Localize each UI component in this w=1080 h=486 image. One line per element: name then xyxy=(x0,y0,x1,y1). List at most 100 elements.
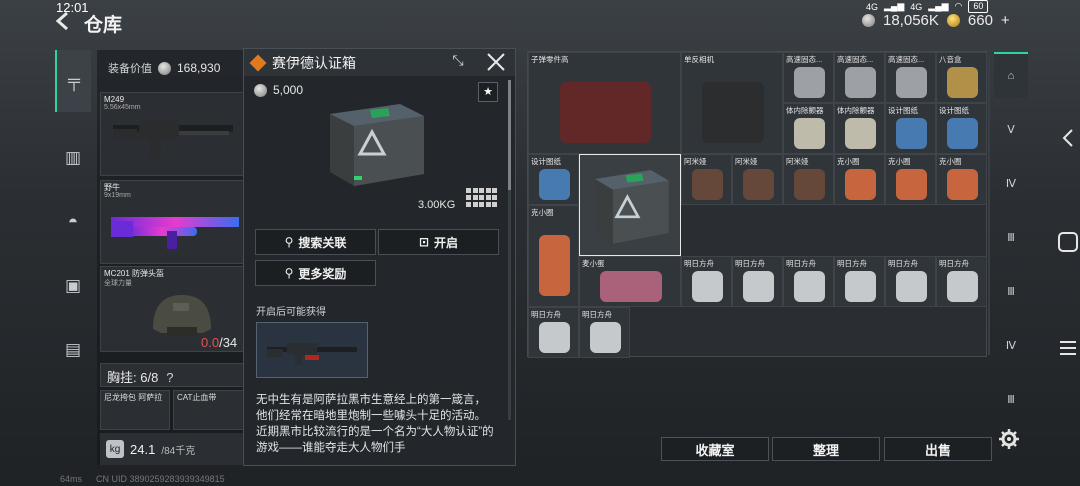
warehouse-item[interactable]: 高速固态... xyxy=(783,52,834,103)
warehouse-item[interactable]: 麦小蛋 xyxy=(579,256,681,307)
warehouse-item-label: 明日方舟 xyxy=(684,259,714,268)
warehouse-item[interactable]: 明日方舟 xyxy=(936,256,987,307)
collapse-icon[interactable]: ⤡ xyxy=(448,52,468,72)
warehouse-item-label: 明日方舟 xyxy=(735,259,765,268)
warehouse-item-label: 单反相机 xyxy=(684,55,714,64)
warehouse-item[interactable]: 克小圈 xyxy=(885,154,936,205)
warehouse-item[interactable]: 明日方舟 xyxy=(885,256,936,307)
tab-storage-4b[interactable]: Ⅳ xyxy=(994,322,1028,368)
warehouse-item-label: 高速固态... xyxy=(837,55,874,64)
helmet-slot[interactable]: MC201 防弹头盔 全球力量 0.0/34 xyxy=(100,266,247,352)
warehouse-item[interactable]: 明日方舟 xyxy=(783,256,834,307)
warehouse-item[interactable]: 阿米娅 xyxy=(783,154,834,205)
warehouse-item[interactable]: 高速固态... xyxy=(834,52,885,103)
warehouse-item[interactable]: 明日方舟 xyxy=(732,256,783,307)
warehouse-item[interactable]: 明日方舟 xyxy=(579,307,630,358)
warehouse-item[interactable]: 子弹零件高 xyxy=(528,52,681,154)
warehouse-item[interactable]: 设计图纸 xyxy=(936,103,987,154)
weight-icon: kg xyxy=(106,440,124,458)
search-related-button[interactable]: ⚲ 搜索关联 xyxy=(255,229,376,255)
back-arrow-icon[interactable] xyxy=(52,10,74,32)
warehouse-item-image xyxy=(743,271,774,302)
tab-storage-3b[interactable]: Ⅲ xyxy=(994,268,1028,314)
warehouse-item[interactable]: 明日方舟 xyxy=(834,256,885,307)
warehouse-item-image xyxy=(896,169,927,200)
weapon-name: M249 xyxy=(104,95,125,104)
warehouse-item-image xyxy=(845,271,876,302)
warehouse-item-label: 八音盒 xyxy=(939,55,962,64)
warehouse-item[interactable]: 设计图纸 xyxy=(885,103,936,154)
nav-case[interactable]: ▤ xyxy=(55,332,91,368)
more-rewards-button[interactable]: ⚲ 更多奖励 xyxy=(255,260,376,286)
warehouse-item-image xyxy=(702,81,764,143)
warehouse-item-label: 阿米娅 xyxy=(786,157,809,166)
warehouse-item[interactable]: 体内除颤器 xyxy=(783,103,834,154)
nav-helmet[interactable]: ◓ xyxy=(55,204,91,240)
warehouse-item-label: 明日方舟 xyxy=(582,310,612,319)
system-home-icon[interactable] xyxy=(1058,232,1078,252)
rifle-reward-image xyxy=(267,343,357,365)
system-back-icon[interactable] xyxy=(1060,128,1076,148)
tab-storage-5[interactable]: Ⅴ xyxy=(994,106,1028,152)
chest-slot[interactable]: 尼龙挎包 阿萨拉 xyxy=(100,390,170,430)
tab-storage-3[interactable]: Ⅲ xyxy=(994,214,1028,260)
system-menu-icon[interactable] xyxy=(1059,340,1077,356)
warehouse-item[interactable]: 阿米娅 xyxy=(732,154,783,205)
warehouse-item-label: 明日方舟 xyxy=(837,259,867,268)
item-size-grid-icon xyxy=(466,188,498,208)
backpack-icon: ▣ xyxy=(64,276,82,295)
warehouse-item[interactable]: 八音盒 xyxy=(936,52,987,103)
weapon-slot-secondary[interactable]: 野牛 9x19mm xyxy=(100,180,247,264)
warehouse-item[interactable]: 高速固态... xyxy=(885,52,936,103)
reward-item-thumb[interactable] xyxy=(256,322,368,378)
warehouse-item[interactable]: 克小圈 xyxy=(936,154,987,205)
warehouse-item-label: 体内除颤器 xyxy=(837,106,875,115)
warehouse-item-image xyxy=(600,271,662,302)
warehouse-item[interactable]: 体内除颤器 xyxy=(834,103,885,154)
tab-storage-4[interactable]: Ⅳ xyxy=(994,160,1028,206)
nav-backpack[interactable]: ▣ xyxy=(55,268,91,304)
warehouse-item[interactable]: 明日方舟 xyxy=(681,256,732,307)
wifi-icon: ◠ xyxy=(954,1,963,11)
nav-armor[interactable]: ▥ xyxy=(55,140,91,176)
sort-button[interactable]: 整理 xyxy=(772,437,880,461)
warehouse-item[interactable]: 单反相机 xyxy=(681,52,783,154)
silver-coin-icon xyxy=(254,83,267,97)
search-icon: ⚲ xyxy=(284,266,294,280)
right-tabs: ⌂ Ⅴ Ⅳ Ⅲ Ⅲ Ⅳ Ⅲ xyxy=(994,52,1028,422)
helmet-sub: 全球力量 xyxy=(104,280,132,287)
tab-storage-3c[interactable]: Ⅲ xyxy=(994,376,1028,422)
chest-rig-bar[interactable]: 胸挂: 6/8? xyxy=(100,363,247,387)
open-crate-button[interactable]: ⊡ 开启 xyxy=(378,229,499,255)
warehouse-item[interactable]: 明日方舟 xyxy=(528,307,579,358)
close-icon[interactable] xyxy=(485,51,507,73)
warehouse-item[interactable]: 设计图纸 xyxy=(528,154,579,205)
warehouse-item-label: 设计图纸 xyxy=(888,106,918,115)
rarity-badge-icon xyxy=(249,54,267,71)
footer-status: 64ms CN UID 3890259283939349815 xyxy=(60,474,225,484)
warehouse-item[interactable]: 克小圈 xyxy=(834,154,885,205)
gear-icon[interactable] xyxy=(998,428,1020,450)
warehouse-item[interactable]: 克小圈 xyxy=(528,205,579,307)
warehouse-item-label: 明日方舟 xyxy=(531,310,561,319)
chest-slot[interactable]: CAT止血带 xyxy=(173,390,247,430)
popup-scrollbar-thumb[interactable] xyxy=(508,80,511,190)
warehouse-scrollbar[interactable] xyxy=(988,55,990,355)
favorite-star-button[interactable]: ★ xyxy=(478,82,498,102)
warehouse-item-image xyxy=(539,169,570,200)
collection-room-button[interactable]: 收藏室 xyxy=(661,437,769,461)
item-price-value: 5,000 xyxy=(273,83,304,97)
chest-rig-help[interactable]: ? xyxy=(166,370,173,385)
warehouse-item[interactable]: 阿米娅 xyxy=(681,154,732,205)
add-currency-button[interactable]: + xyxy=(1001,12,1010,29)
nav-weapons[interactable]: ╤ xyxy=(55,50,91,112)
left-nav: ╤ ▥ ◓ ▣ ▤ xyxy=(55,50,93,450)
gold-coin-icon xyxy=(946,14,960,27)
silver-amount: 18,056K xyxy=(883,12,939,29)
selected-crate-cell[interactable] xyxy=(579,154,681,256)
helmet-durability-max: /34 xyxy=(219,335,238,350)
sell-button[interactable]: 出售 xyxy=(884,437,992,461)
helmet-icon: ◓ xyxy=(67,212,79,231)
weapon-slot-primary[interactable]: M249 5.56x45mm xyxy=(100,92,247,176)
tab-all[interactable]: ⌂ xyxy=(994,52,1028,98)
